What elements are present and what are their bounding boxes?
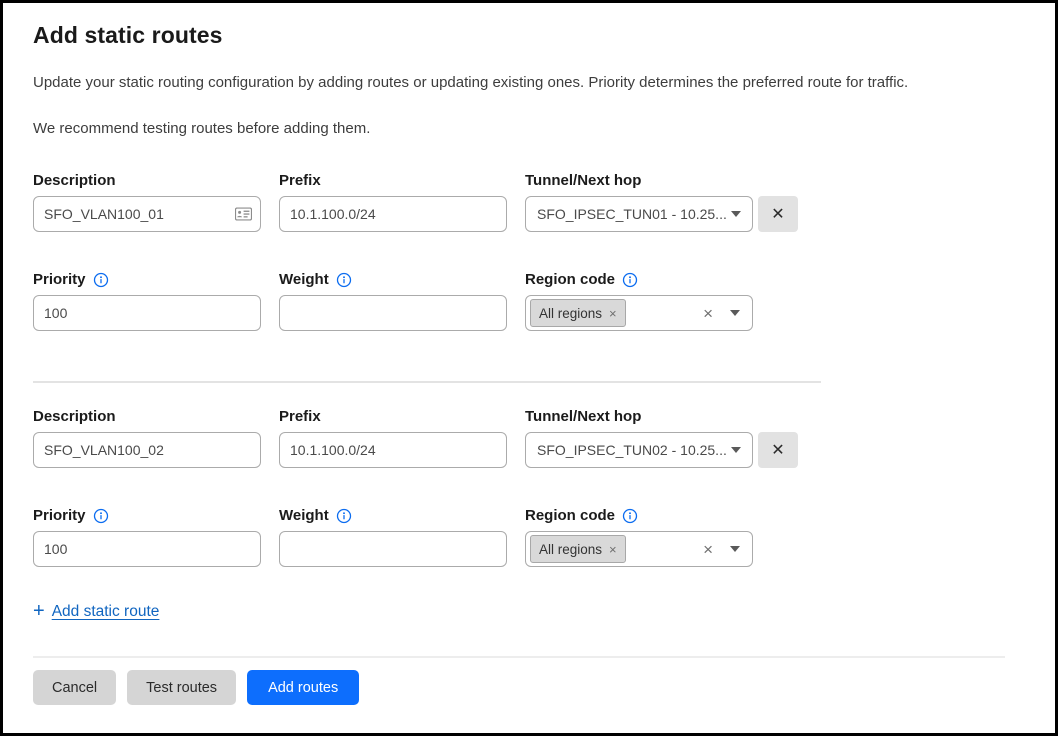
region-tag-label: All regions — [539, 306, 602, 321]
prefix-input[interactable] — [279, 196, 507, 232]
route-section-1: Description Prefix Tunnel/Next hop — [33, 172, 1027, 331]
clear-icon[interactable]: × — [703, 541, 713, 558]
info-icon[interactable] — [336, 272, 352, 288]
add-static-route-link[interactable]: + Add static route — [33, 600, 159, 623]
priority-field: Priority — [33, 271, 261, 331]
weight-field: Weight — [279, 507, 507, 567]
chevron-down-icon — [730, 546, 740, 552]
region-code-label: Region code — [525, 507, 615, 524]
chevron-down-icon — [731, 447, 741, 453]
region-code-select[interactable]: All regions × × — [525, 531, 753, 567]
weight-label: Weight — [279, 271, 329, 288]
weight-label: Weight — [279, 507, 329, 524]
description-input[interactable] — [33, 432, 261, 468]
prefix-label: Prefix — [279, 408, 507, 425]
clear-icon[interactable]: × — [703, 305, 713, 322]
tunnel-next-hop-label: Tunnel/Next hop — [525, 408, 753, 425]
region-code-select[interactable]: All regions × × — [525, 295, 753, 331]
test-routes-button[interactable]: Test routes — [127, 670, 236, 705]
tunnel-next-hop-label: Tunnel/Next hop — [525, 172, 753, 189]
page-title: Add static routes — [33, 22, 1027, 49]
tag-remove-icon[interactable]: × — [609, 543, 617, 556]
prefix-input[interactable] — [279, 432, 507, 468]
add-static-route-label: Add static route — [52, 603, 160, 621]
weight-field: Weight — [279, 271, 507, 331]
add-static-routes-dialog: Add static routes Update your static rou… — [3, 3, 1055, 705]
description-label: Description — [33, 172, 261, 189]
cancel-button[interactable]: Cancel — [33, 670, 116, 705]
region-code-label: Region code — [525, 271, 615, 288]
tunnel-next-hop-select[interactable]: SFO_IPSEC_TUN01 - 10.25... — [525, 196, 753, 232]
region-code-field: Region code All regions × × — [525, 507, 753, 567]
section-divider — [33, 381, 821, 383]
close-icon: ✕ — [771, 204, 784, 224]
priority-input[interactable] — [33, 531, 261, 567]
region-tag: All regions × — [530, 299, 626, 327]
priority-label: Priority — [33, 271, 86, 288]
description-field: Description — [33, 408, 261, 468]
priority-label: Priority — [33, 507, 86, 524]
description-field: Description — [33, 172, 261, 232]
footer-divider — [33, 656, 1005, 658]
tunnel-next-hop-value: SFO_IPSEC_TUN02 - 10.25... — [537, 442, 731, 458]
page-description: Update your static routing configuration… — [33, 74, 1027, 91]
weight-input[interactable] — [279, 531, 507, 567]
priority-input[interactable] — [33, 295, 261, 331]
info-icon[interactable] — [622, 508, 638, 524]
remove-route-button[interactable]: ✕ — [758, 196, 798, 232]
region-tag-label: All regions — [539, 542, 602, 557]
region-code-field: Region code All regions × × — [525, 271, 753, 331]
info-icon[interactable] — [93, 272, 109, 288]
prefix-label: Prefix — [279, 172, 507, 189]
chevron-down-icon — [730, 310, 740, 316]
priority-field: Priority — [33, 507, 261, 567]
dialog-footer: Cancel Test routes Add routes — [33, 670, 1027, 705]
description-input[interactable] — [33, 196, 261, 232]
page-note: We recommend testing routes before addin… — [33, 120, 1027, 137]
tunnel-next-hop-field: Tunnel/Next hop SFO_IPSEC_TUN02 - 10.25.… — [525, 408, 753, 468]
prefix-field: Prefix — [279, 172, 507, 232]
info-icon[interactable] — [336, 508, 352, 524]
weight-input[interactable] — [279, 295, 507, 331]
info-icon[interactable] — [93, 508, 109, 524]
prefix-field: Prefix — [279, 408, 507, 468]
route-section-2: Description Prefix Tunnel/Next hop SFO_I… — [33, 408, 1027, 567]
add-routes-button[interactable]: Add routes — [247, 670, 359, 705]
plus-icon: + — [33, 600, 45, 623]
routes-form: Description Prefix Tunnel/Next hop — [33, 172, 1027, 623]
autofill-contact-card-icon — [235, 208, 252, 221]
chevron-down-icon — [731, 211, 741, 217]
description-label: Description — [33, 408, 261, 425]
tunnel-next-hop-field: Tunnel/Next hop SFO_IPSEC_TUN01 - 10.25.… — [525, 172, 753, 232]
tag-remove-icon[interactable]: × — [609, 307, 617, 320]
info-icon[interactable] — [622, 272, 638, 288]
remove-route-button[interactable]: ✕ — [758, 432, 798, 468]
close-icon: ✕ — [771, 440, 784, 460]
tunnel-next-hop-select[interactable]: SFO_IPSEC_TUN02 - 10.25... — [525, 432, 753, 468]
region-tag: All regions × — [530, 535, 626, 563]
tunnel-next-hop-value: SFO_IPSEC_TUN01 - 10.25... — [537, 206, 731, 222]
